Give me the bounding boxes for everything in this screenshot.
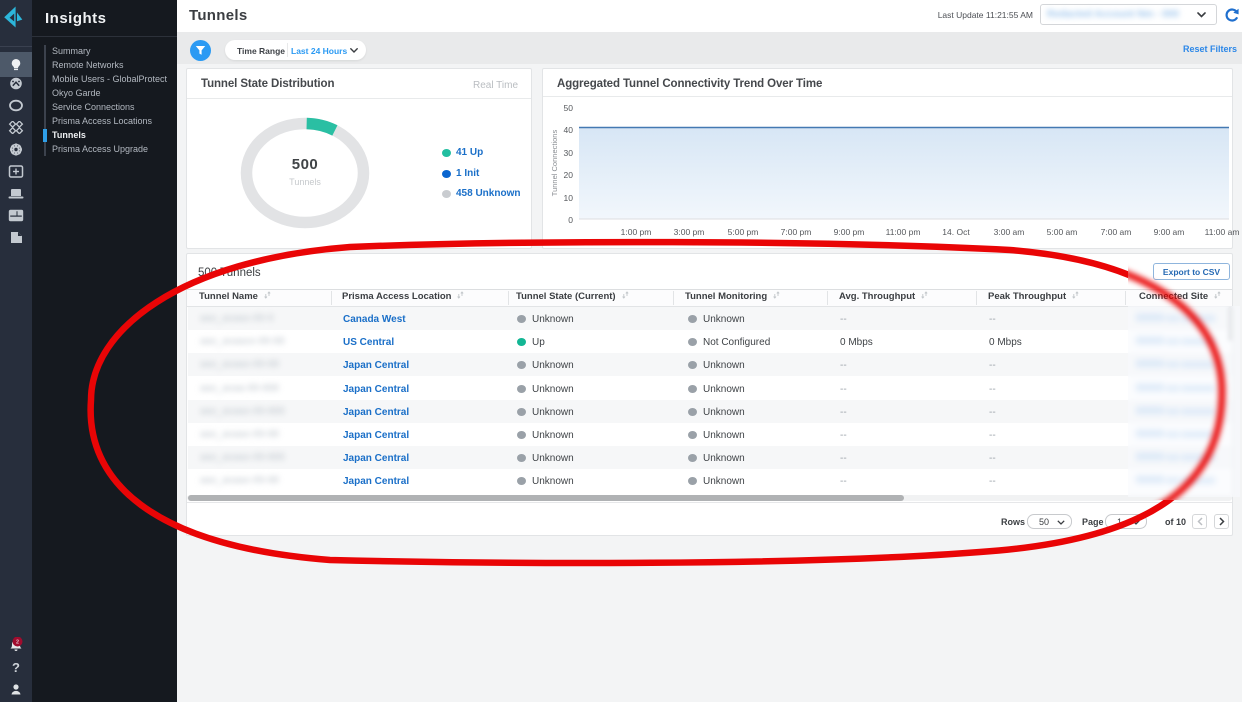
svg-text:2: 2 [16, 640, 19, 646]
